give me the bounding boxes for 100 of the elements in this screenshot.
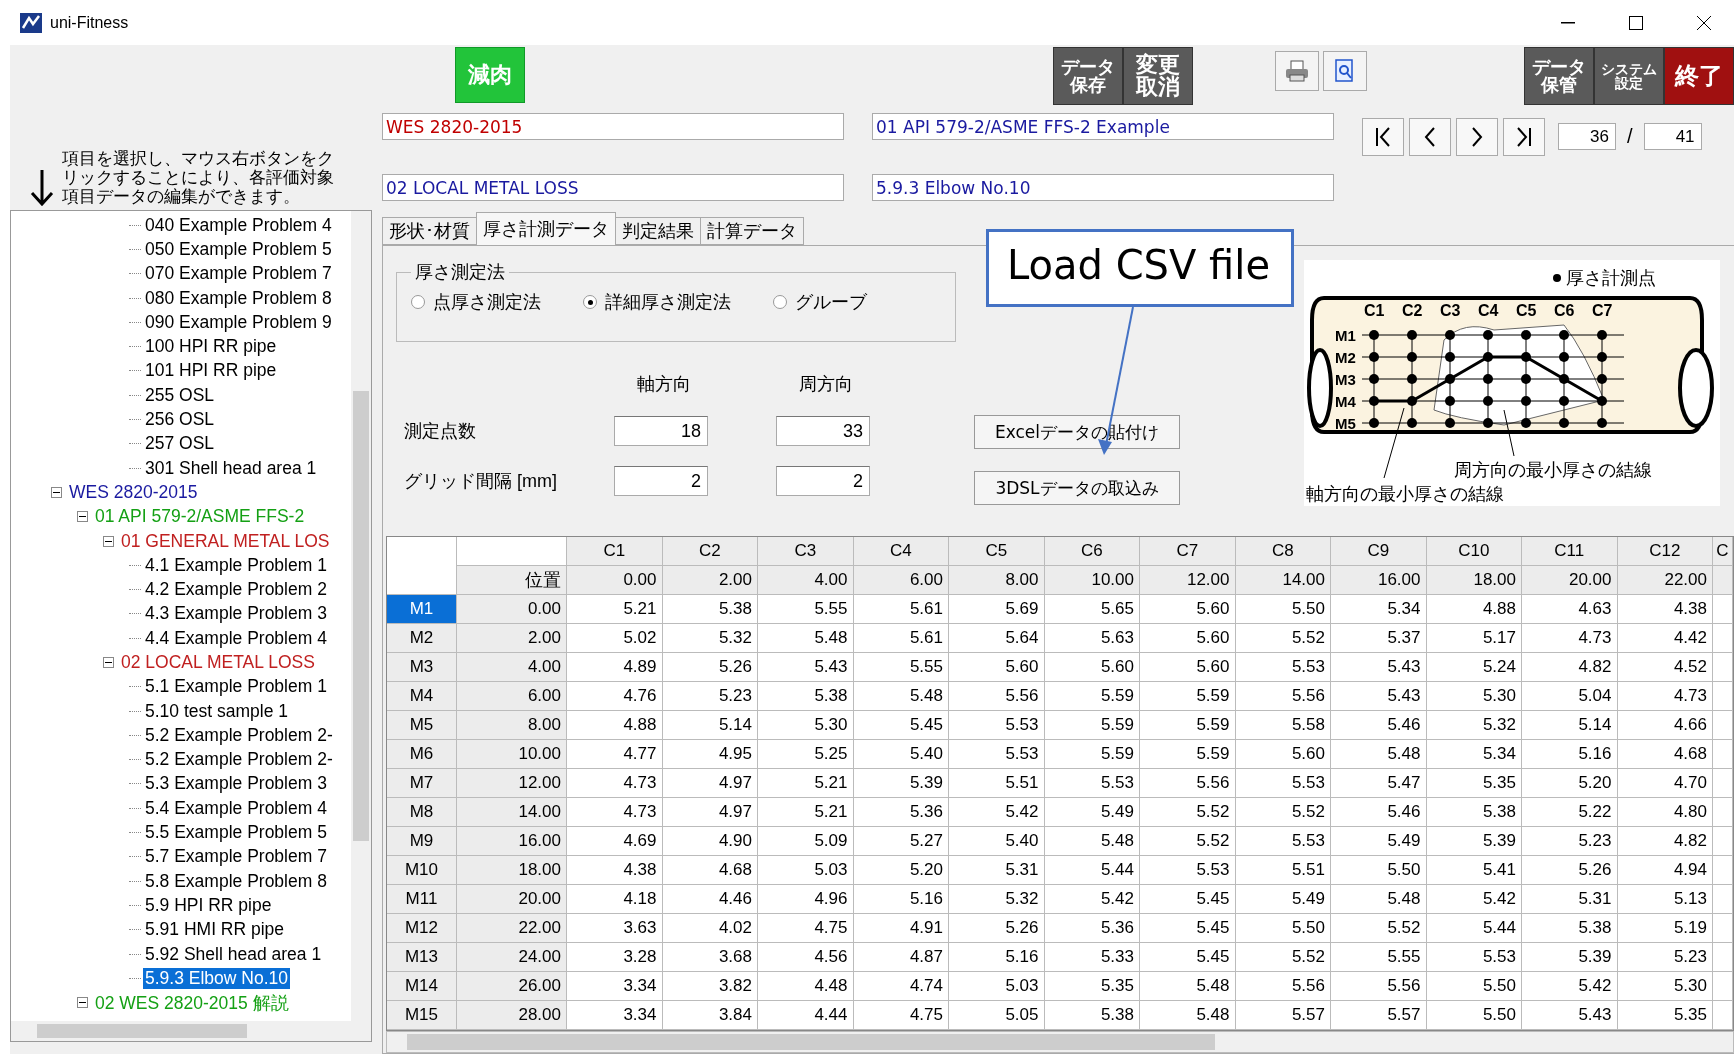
exit-button[interactable]: 終了: [1664, 47, 1734, 105]
tab[interactable]: 計算データ: [700, 217, 804, 245]
row-header[interactable]: M6: [387, 740, 457, 770]
number-field[interactable]: 18: [614, 416, 708, 446]
row-header[interactable]: M7: [387, 769, 457, 799]
tree-item[interactable]: WES 2820-2015: [67, 481, 200, 503]
next-record-button[interactable]: [1456, 117, 1498, 156]
table-cell: 4.82: [1617, 827, 1713, 857]
radio-option[interactable]: グルーブ: [773, 290, 867, 314]
table-cell: [1713, 827, 1733, 857]
preview-button[interactable]: [1323, 51, 1367, 91]
table-cell: 4.48: [758, 972, 854, 1002]
radio-option[interactable]: 点厚さ測定法: [411, 290, 541, 314]
action-button[interactable]: 3DSLデータの取込み: [974, 471, 1180, 505]
previous-record-button[interactable]: [1409, 117, 1451, 156]
record-total-field[interactable]: 41: [1643, 123, 1702, 150]
print-button[interactable]: [1275, 51, 1319, 91]
row-header[interactable]: M13: [387, 943, 457, 973]
row-header[interactable]: M4: [387, 682, 457, 712]
horizontal-scrollbar[interactable]: [386, 1031, 1734, 1053]
tree-item[interactable]: 5.4 Example Problem 4: [143, 797, 329, 819]
tab[interactable]: 形状･材質: [382, 217, 477, 245]
row-header[interactable]: M11: [387, 885, 457, 915]
collapse-toggle[interactable]: [103, 657, 114, 668]
table-cell: 5.39: [1522, 943, 1618, 973]
collapse-toggle[interactable]: [77, 997, 88, 1009]
tree-item[interactable]: 5.9 HPI RR pipe: [143, 894, 274, 916]
tree-item[interactable]: 4.3 Example Problem 3: [143, 603, 329, 625]
header-field[interactable]: 02 LOCAL METAL LOSS: [382, 174, 844, 201]
tree-item[interactable]: 5.2 Example Problem 2-: [143, 724, 335, 746]
table-cell: 5.50: [1235, 595, 1331, 625]
tree-item[interactable]: 050 Example Problem 5: [143, 238, 334, 260]
toolbar-button[interactable]: 変更取消: [1123, 47, 1193, 105]
row-header[interactable]: M10: [387, 856, 457, 886]
row-header[interactable]: M3: [387, 653, 457, 683]
row-header[interactable]: M5: [387, 711, 457, 741]
tree-item[interactable]: 070 Example Problem 7: [143, 263, 334, 285]
tree-item[interactable]: 100 HPI RR pipe: [143, 336, 279, 358]
row-header[interactable]: M2: [387, 624, 457, 654]
tree-item[interactable]: 5.5 Example Problem 5: [143, 822, 329, 844]
tree-item[interactable]: 5.7 Example Problem 7: [143, 846, 329, 868]
row-header[interactable]: M12: [387, 914, 457, 944]
row-header[interactable]: M14: [387, 972, 457, 1002]
record-number-field[interactable]: 36: [1558, 123, 1616, 150]
column-header: 16.00: [1331, 566, 1427, 596]
tab[interactable]: 厚さ計測データ: [476, 212, 616, 245]
tree-item[interactable]: 255 OSL: [143, 384, 217, 406]
number-field[interactable]: 33: [776, 416, 870, 446]
tree-item[interactable]: 5.3 Example Problem 3: [143, 773, 329, 795]
horizontal-scrollbar[interactable]: [11, 1021, 371, 1041]
tree-item[interactable]: 4.2 Example Problem 2: [143, 579, 329, 601]
first-record-button[interactable]: [1362, 117, 1404, 156]
header-field[interactable]: 5.9.3 Elbow No.10: [872, 174, 1334, 201]
collapse-toggle[interactable]: [51, 486, 62, 498]
column-header: C5: [949, 537, 1045, 567]
collapse-toggle[interactable]: [77, 511, 88, 523]
tree-item[interactable]: 5.92 Shell head area 1: [143, 943, 324, 965]
toolbar-button[interactable]: システム設定: [1594, 47, 1664, 105]
tree-item[interactable]: 02 LOCAL METAL LOSS: [119, 652, 317, 673]
tree-item[interactable]: 4.1 Example Problem 1: [143, 554, 329, 576]
tree-item[interactable]: 257 OSL: [143, 433, 217, 455]
table-cell: 5.36: [853, 798, 949, 828]
last-record-button[interactable]: [1503, 117, 1545, 156]
table-cell: 5.42: [1426, 885, 1522, 915]
number-field[interactable]: 2: [776, 466, 870, 496]
number-field[interactable]: 2: [614, 466, 708, 496]
table-cell: 5.35: [1426, 769, 1522, 799]
toolbar-button[interactable]: データ保存: [1053, 47, 1123, 105]
tree-item[interactable]: 5.91 HMI RR pipe: [143, 919, 287, 941]
tree-item[interactable]: 101 HPI RR pipe: [143, 360, 279, 382]
tree-item[interactable]: 090 Example Problem 9: [143, 311, 334, 333]
table-cell: 5.37: [1331, 624, 1427, 654]
skip-start-icon: [1374, 125, 1392, 148]
tree-item[interactable]: 5.1 Example Problem 1: [143, 676, 329, 698]
tree-item[interactable]: 01 GENERAL METAL LOS: [119, 530, 332, 552]
radio-option[interactable]: 詳細厚さ測定法: [583, 290, 731, 314]
row-header[interactable]: M1: [387, 595, 457, 625]
header-field[interactable]: WES 2820-2015: [382, 113, 844, 140]
table-cell: 5.38: [1522, 914, 1618, 944]
collapse-toggle[interactable]: [103, 535, 114, 547]
row-header[interactable]: M15: [387, 1001, 457, 1031]
tree-item[interactable]: 256 OSL: [143, 409, 217, 430]
tree-item[interactable]: 040 Example Problem 4: [143, 214, 334, 236]
vertical-scrollbar[interactable]: [351, 211, 371, 1021]
row-header[interactable]: M8: [387, 798, 457, 828]
tree-item[interactable]: 4.4 Example Problem 4: [143, 627, 329, 649]
tree-item[interactable]: 5.10 test sample 1: [143, 700, 290, 722]
toolbar-button[interactable]: データ保管: [1524, 47, 1594, 105]
tree-item[interactable]: 02 WES 2820-2015 解説: [93, 990, 291, 1015]
tree-item[interactable]: 301 Shell head area 1: [143, 457, 319, 479]
header-field[interactable]: 01 API 579-2/ASME FFS-2 Example: [872, 113, 1334, 140]
tab[interactable]: 判定結果: [615, 217, 701, 245]
tree-item[interactable]: 5.2 Example Problem 2-: [143, 749, 335, 771]
table-cell: 5.53: [1235, 827, 1331, 857]
tree-item[interactable]: 5.9.3 Elbow No.10: [143, 967, 290, 989]
record-separator: /: [1627, 125, 1633, 148]
tree-item[interactable]: 5.8 Example Problem 8: [143, 870, 329, 892]
tree-item[interactable]: 080 Example Problem 8: [143, 287, 334, 309]
table-cell: 5.48: [1331, 885, 1427, 915]
row-header[interactable]: M9: [387, 827, 457, 857]
